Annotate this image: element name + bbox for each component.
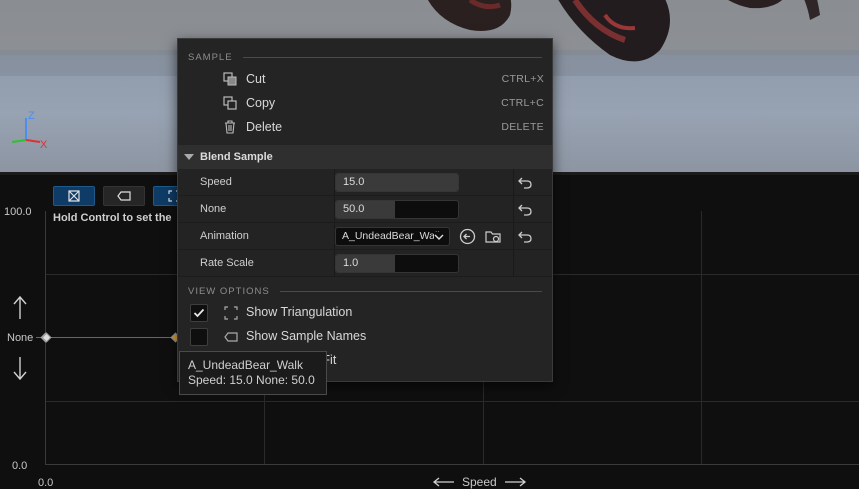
section-divider [279, 290, 542, 292]
arrow-right-icon [504, 477, 526, 487]
show-sample-names-row[interactable]: Show Sample Names [178, 325, 552, 349]
menu-item-label: Delete [246, 120, 283, 134]
gridline [701, 211, 702, 464]
gizmo-x-label: X [40, 139, 48, 151]
graph-toolbar [53, 186, 195, 208]
row-divider [513, 223, 514, 249]
property-row-speed: Speed 15.0 [178, 169, 552, 196]
gizmo-z-label: Z [28, 110, 35, 122]
menu-item-delete[interactable]: Delete DELETE [178, 115, 552, 139]
chevron-down-icon [434, 232, 444, 242]
triangulation-icon [68, 190, 80, 202]
animation-asset-picker[interactable]: A_UndeadBear_Walk [335, 227, 450, 246]
property-label: Speed [200, 176, 232, 188]
menu-item-cut[interactable]: Cut CTRL+X [178, 67, 552, 91]
label-tag-icon [117, 191, 131, 201]
checkmark-icon [193, 308, 205, 318]
y-axis-min-label: 0.0 [12, 460, 28, 472]
reset-icon[interactable] [518, 229, 532, 243]
property-row-animation: Animation A_UndeadBear_Walk [178, 223, 552, 250]
show-triangulation-row[interactable]: Show Triangulation [178, 301, 552, 325]
blend-sample-title: Blend Sample [200, 151, 273, 163]
axis-gizmo: Z X [11, 110, 48, 151]
label-tag-icon [224, 332, 238, 342]
sample-section-title: SAMPLE [188, 51, 233, 63]
menu-item-label: Copy [246, 96, 276, 110]
tooltip-values: Speed: 15.0 None: 50.0 [188, 373, 315, 387]
blend-sample-header[interactable]: Blend Sample [178, 145, 552, 169]
copy-icon [223, 96, 237, 110]
triangulation-toggle-button[interactable] [53, 186, 95, 206]
show-triangulation-checkbox[interactable] [190, 304, 208, 322]
menu-item-shortcut: DELETE [501, 121, 544, 133]
reset-icon[interactable] [518, 175, 532, 189]
x-axis-min-label: 0.0 [38, 477, 54, 489]
y-axis-name: None [7, 332, 34, 344]
property-label: Rate Scale [200, 257, 254, 269]
property-row-rate-scale: Rate Scale 1.0 [178, 250, 552, 277]
menu-item-label: Cut [246, 72, 266, 86]
property-label: Animation [200, 230, 249, 242]
triangulation-edge [36, 337, 176, 338]
show-triangulation-label: Show Triangulation [246, 305, 353, 319]
none-input[interactable]: 50.0 [335, 200, 459, 219]
property-label: None [200, 203, 227, 215]
rate-scale-input[interactable]: 1.0 [335, 254, 459, 273]
x-axis-name-label: Speed [462, 475, 497, 489]
arrow-up-icon [13, 295, 27, 319]
view-options-section-header: VIEW OPTIONS [178, 281, 552, 301]
trash-icon [225, 120, 235, 134]
tooltip-title: A_UndeadBear_Walk [188, 358, 303, 372]
sample-context-menu: SAMPLE Cut CTRL+X Copy CTRL+C Delete DEL… [177, 38, 553, 382]
menu-item-copy[interactable]: Copy CTRL+C [178, 91, 552, 115]
row-divider [513, 196, 514, 222]
blend-space-editor: Z X Hold Control to set the 100.0 0.0 0.… [0, 0, 859, 489]
arrow-left-icon [432, 477, 454, 487]
row-divider [513, 169, 514, 195]
y-axis-max-label: 100.0 [4, 206, 32, 218]
speed-input[interactable]: 15.0 [335, 173, 459, 192]
triangulation-icon [224, 306, 238, 320]
cut-icon [223, 72, 237, 86]
menu-item-shortcut: CTRL+C [501, 97, 544, 109]
reset-icon[interactable] [518, 202, 532, 216]
view-options-title: VIEW OPTIONS [188, 285, 270, 297]
x-axis-name: Speed [432, 475, 527, 489]
section-divider [242, 56, 542, 58]
property-row-none: None 50.0 [178, 196, 552, 223]
browse-asset-icon[interactable] [485, 228, 502, 245]
sample-section-header: SAMPLE [178, 47, 552, 67]
row-divider [513, 250, 514, 276]
show-sample-names-label: Show Sample Names [246, 329, 367, 343]
sample-tooltip: A_UndeadBear_Walk Speed: 15.0 None: 50.0 [179, 351, 327, 395]
show-sample-names-checkbox[interactable] [190, 328, 208, 346]
gridline [46, 401, 859, 402]
rate-scale-value: 1.0 [343, 257, 359, 269]
arrow-down-icon [13, 357, 27, 381]
sample-names-toggle-button[interactable] [103, 186, 145, 206]
speed-value: 15.0 [343, 176, 365, 188]
animation-value: A_UndeadBear_Walk [342, 230, 443, 242]
collapse-triangle-icon [184, 154, 194, 160]
use-selected-asset-icon[interactable] [459, 228, 476, 245]
none-value: 50.0 [343, 203, 365, 215]
menu-item-shortcut: CTRL+X [501, 73, 544, 85]
